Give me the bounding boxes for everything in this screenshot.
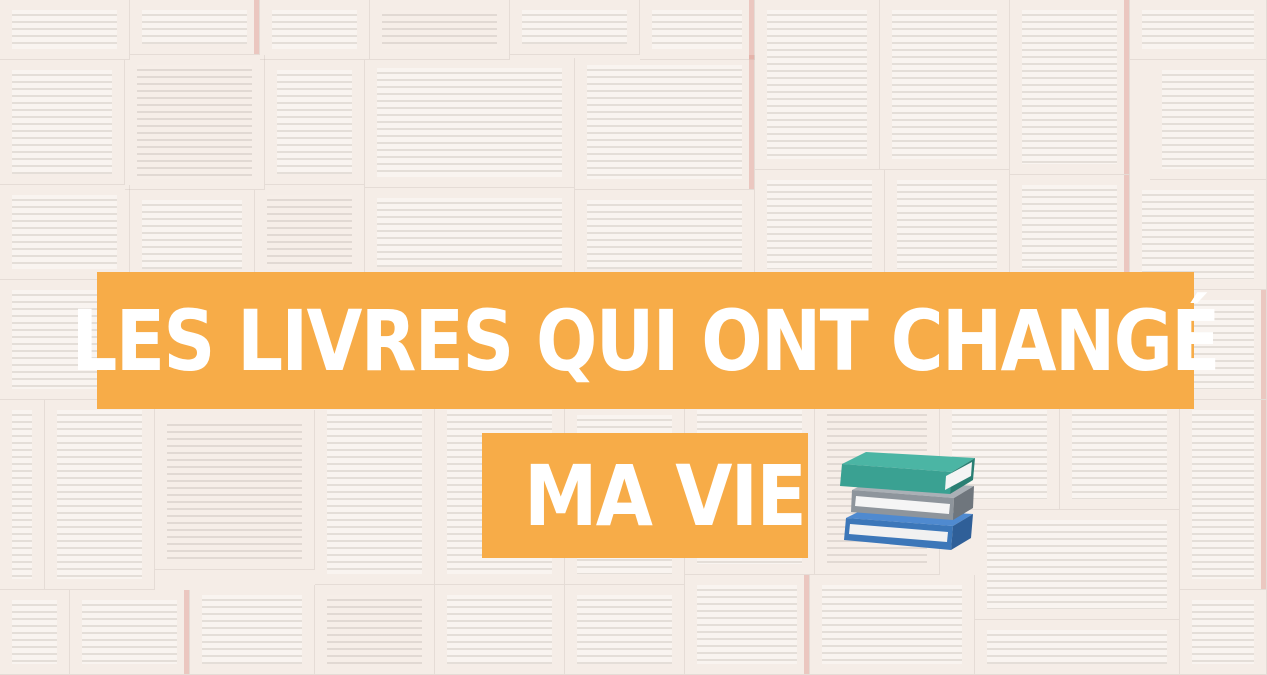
stacked-books-icon <box>840 452 975 550</box>
title-line-2: MA VIE <box>524 446 807 545</box>
title-banner-line-1: LES LIVRES QUI ONT CHANGÉ <box>72 272 1221 409</box>
title-banner-line-2: MA VIE <box>482 433 808 558</box>
cover-image: LES LIVRES QUI ONT CHANGÉ MA VIE <box>0 0 1267 675</box>
title-line-1: LES LIVRES QUI ONT CHANGÉ <box>71 291 1221 390</box>
